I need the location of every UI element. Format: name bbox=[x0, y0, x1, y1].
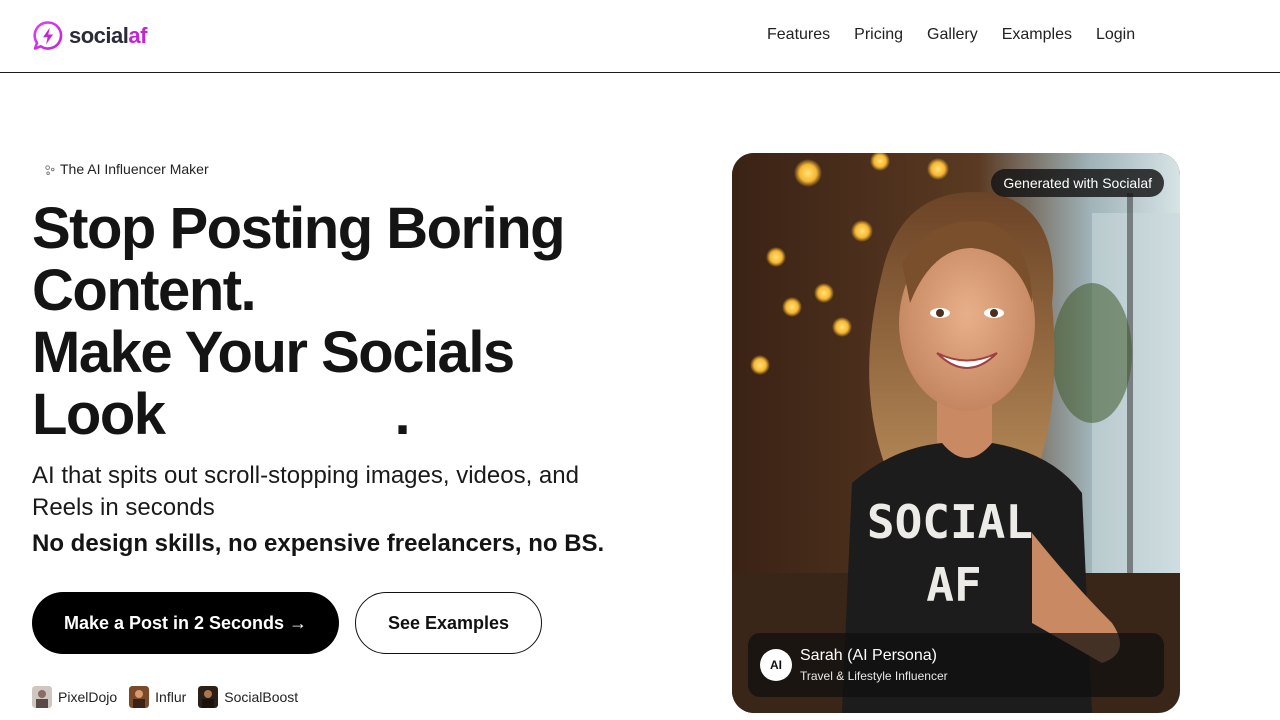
persona-name: Sarah (AI Persona) bbox=[800, 647, 937, 664]
see-examples-button[interactable]: See Examples bbox=[355, 592, 542, 654]
showcase-card: SOCIAL AF Generated with Socialaf AI Sar… bbox=[732, 153, 1180, 713]
partner-logos: PixelDojo Influr SocialBoost bbox=[32, 686, 298, 708]
headline-line-4: Look. bbox=[32, 384, 672, 446]
persona-avatar: AI bbox=[760, 649, 792, 681]
partner-socialboost[interactable]: SocialBoost bbox=[198, 686, 298, 708]
headline-period: . bbox=[394, 382, 411, 447]
nav-pricing[interactable]: Pricing bbox=[854, 25, 903, 45]
nav-features[interactable]: Features bbox=[767, 25, 830, 45]
headline-look-word: Look bbox=[32, 382, 166, 447]
hero-headline: Stop Posting Boring Content. Make Your S… bbox=[32, 198, 672, 446]
hero-badge: The AI Influencer Maker bbox=[43, 161, 209, 177]
hero-badge-text: The AI Influencer Maker bbox=[60, 161, 209, 177]
hero-subheadline: AI that spits out scroll-stopping images… bbox=[32, 462, 579, 521]
lightning-chat-icon bbox=[33, 21, 63, 50]
sparkle-icon bbox=[45, 164, 55, 175]
site-header: socialaf Features Pricing Gallery Exampl… bbox=[0, 0, 1280, 73]
partner-socialboost-label: SocialBoost bbox=[224, 689, 299, 705]
shirt-text-line-2: AF bbox=[926, 558, 981, 612]
nav-examples[interactable]: Examples bbox=[1002, 25, 1072, 45]
pixeldojo-thumb-icon bbox=[32, 686, 52, 708]
brand-logo[interactable]: socialaf bbox=[32, 19, 147, 53]
partner-influr[interactable]: Influr bbox=[129, 686, 186, 708]
generated-badge: Generated with Socialaf bbox=[991, 169, 1164, 197]
socialboost-thumb-icon bbox=[198, 686, 219, 708]
headline-line-3: Make Your Socials bbox=[32, 320, 515, 385]
nav-login[interactable]: Login bbox=[1096, 25, 1135, 45]
brand-name: socialaf bbox=[69, 23, 147, 48]
hero-tagline: No design skills, no expensive freelance… bbox=[32, 530, 605, 557]
persona-card: AI Sarah (AI Persona) Travel & Lifestyle… bbox=[748, 633, 1164, 697]
influr-thumb-icon bbox=[129, 686, 150, 708]
headline-line-1: Stop Posting Boring bbox=[32, 196, 566, 261]
persona-role: Travel & Lifestyle Influencer bbox=[800, 669, 948, 683]
partner-pixeldojo-label: PixelDojo bbox=[58, 689, 118, 705]
influencer-photo: SOCIAL AF bbox=[732, 153, 1180, 713]
make-post-button[interactable]: Make a Post in 2 Seconds → bbox=[32, 592, 339, 654]
persona-info: Sarah (AI Persona) Travel & Lifestyle In… bbox=[800, 646, 948, 684]
headline-line-2: Content. bbox=[32, 258, 257, 323]
nav-gallery[interactable]: Gallery bbox=[927, 25, 978, 45]
partner-pixeldojo[interactable]: PixelDojo bbox=[32, 686, 117, 708]
shirt-text-line-1: SOCIAL bbox=[867, 495, 1033, 549]
partner-influr-label: Influr bbox=[155, 689, 187, 705]
main-nav: Features Pricing Gallery Examples Login bbox=[767, 25, 1135, 45]
